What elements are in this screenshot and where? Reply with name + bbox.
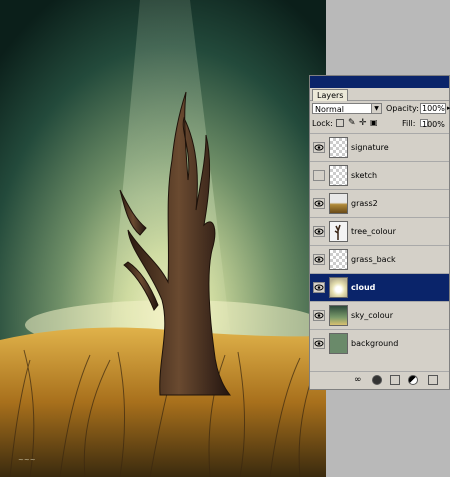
layer-style-icon[interactable] — [372, 375, 382, 385]
layer-thumbnail[interactable] — [329, 333, 348, 354]
layer-mask-icon[interactable] — [390, 375, 400, 385]
canvas-area: ~~~ Layers Normal ▼ Opacity: 100% ▸ Lock… — [0, 0, 450, 477]
eye-icon[interactable] — [313, 338, 325, 349]
eye-icon[interactable] — [313, 254, 325, 265]
layer-row[interactable]: sketch — [310, 161, 449, 189]
layer-list: signature sketch grass2 tree_colour grass_ba… — [310, 133, 449, 357]
layer-name: grass_back — [351, 255, 396, 264]
layer-name: cloud — [351, 283, 376, 292]
tab-layers[interactable]: Layers — [312, 89, 349, 101]
link-icon[interactable]: ∞ — [354, 375, 364, 385]
panel-tab-row: Layers — [310, 88, 449, 101]
lock-fill-row: Lock: ✎ ✛ ▣ Fill: 100% — [310, 117, 449, 133]
new-group-icon[interactable] — [428, 375, 438, 385]
layer-thumbnail[interactable] — [329, 277, 348, 298]
layer-name: signature — [351, 143, 389, 152]
layer-thumbnail[interactable] — [329, 165, 348, 186]
lock-paint-icon[interactable]: ✎ — [348, 119, 356, 128]
layer-row[interactable]: tree_colour — [310, 217, 449, 245]
artist-signature-mark: ~~~ — [18, 456, 36, 464]
layer-thumbnail[interactable] — [329, 137, 348, 158]
layer-name: tree_colour — [351, 227, 396, 236]
eye-icon[interactable] — [313, 282, 325, 293]
layer-thumbnail[interactable] — [329, 249, 348, 270]
eye-icon[interactable] — [313, 198, 325, 209]
layer-row[interactable]: sky_colour — [310, 301, 449, 329]
layer-thumbnail[interactable] — [329, 193, 348, 214]
layer-row[interactable]: grass2 — [310, 189, 449, 217]
layer-name: sky_colour — [351, 311, 394, 320]
layer-name: sketch — [351, 171, 378, 180]
painting-canvas[interactable]: ~~~ — [0, 0, 326, 477]
layer-row[interactable]: cloud — [310, 273, 449, 301]
adjustment-layer-icon[interactable] — [408, 375, 418, 385]
eye-icon[interactable] — [313, 142, 325, 153]
layers-panel: Layers Normal ▼ Opacity: 100% ▸ Lock: ✎ … — [309, 75, 450, 390]
fill-label: Fill: — [402, 119, 416, 128]
blend-mode-select[interactable]: Normal ▼ — [312, 103, 382, 114]
lock-label: Lock: — [312, 119, 333, 128]
fill-field[interactable]: 100% — [420, 119, 445, 129]
layer-name: grass2 — [351, 199, 378, 208]
layer-name: background — [351, 339, 399, 348]
layer-row[interactable]: background — [310, 329, 449, 357]
layer-row[interactable]: signature — [310, 133, 449, 161]
visibility-toggle-empty[interactable] — [313, 170, 325, 181]
opacity-label: Opacity: — [386, 104, 419, 113]
panel-bottom-toolbar: ∞ — [310, 371, 449, 389]
eye-icon[interactable] — [313, 310, 325, 321]
opacity-field[interactable]: 100% — [420, 103, 446, 114]
lock-move-icon[interactable]: ✛ — [359, 119, 367, 128]
layer-thumbnail[interactable] — [329, 221, 348, 242]
panel-titlebar[interactable] — [310, 76, 449, 88]
blend-opacity-row: Normal ▼ Opacity: 100% ▸ — [310, 101, 450, 117]
eye-icon[interactable] — [313, 226, 325, 237]
lock-all-icon[interactable]: ▣ — [370, 119, 378, 127]
lock-transparent-icon[interactable] — [336, 119, 344, 127]
layer-row[interactable]: grass_back — [310, 245, 449, 273]
chevron-down-icon: ▼ — [371, 104, 381, 113]
layer-thumbnail[interactable] — [329, 305, 348, 326]
blend-mode-value: Normal — [315, 105, 344, 114]
